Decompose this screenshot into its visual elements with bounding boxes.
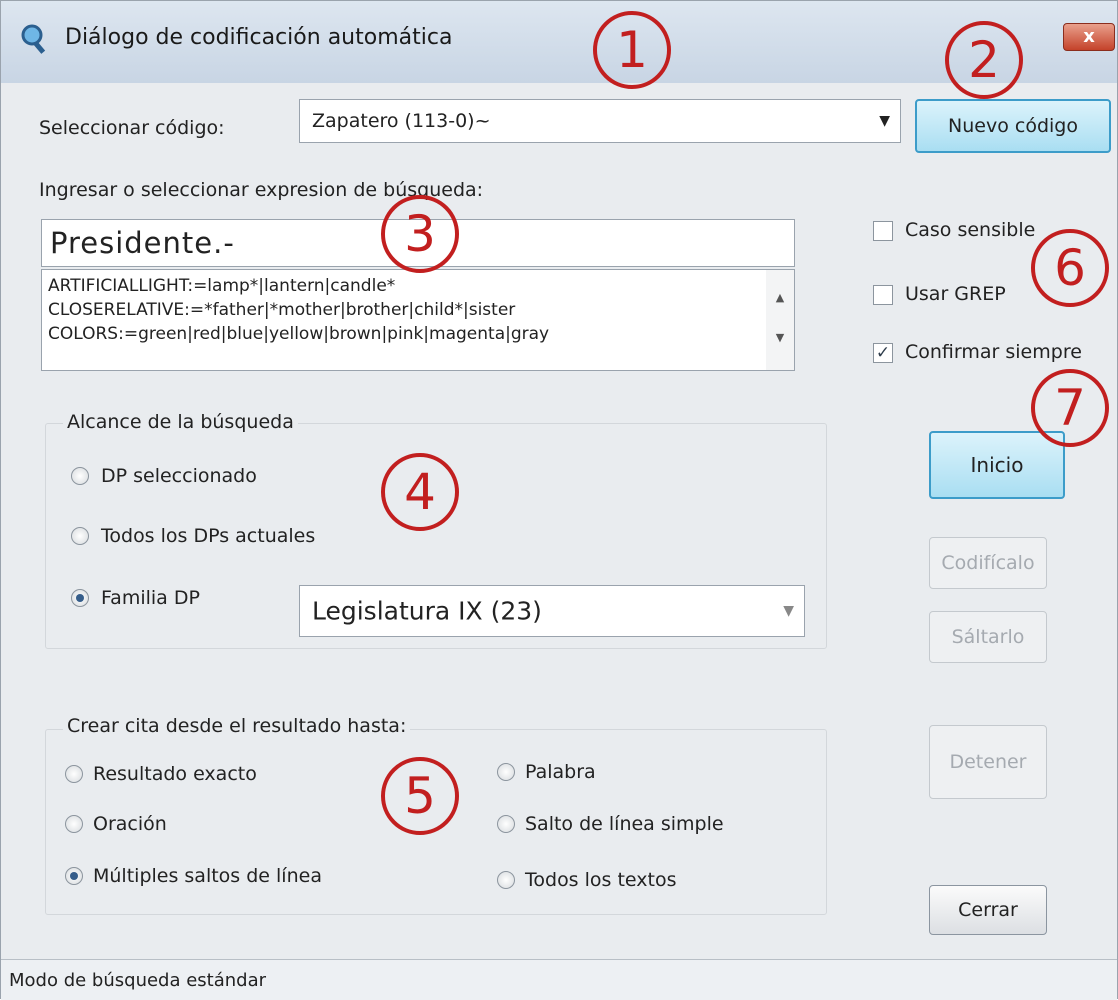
start-button-label: Inicio: [970, 453, 1024, 477]
annotation-marker-5: 5: [381, 757, 459, 835]
list-item[interactable]: ARTIFICIALLIGHT:=lamp*|lantern|candle*: [48, 274, 788, 298]
code-select-value: Zapatero (113-0)~: [312, 110, 491, 132]
expression-list[interactable]: ARTIFICIALLIGHT:=lamp*|lantern|candle* C…: [41, 269, 795, 371]
window-title: Diálogo de codificación automática: [65, 25, 453, 50]
quote-label-multiple-line-breaks: Múltiples saltos de línea: [93, 865, 322, 887]
list-item[interactable]: CLOSERELATIVE:=*father|*mother|brother|c…: [48, 298, 788, 322]
case-sensitive-checkbox[interactable]: [873, 221, 893, 241]
checkmark-icon: ✓: [875, 343, 891, 363]
annotation-marker-4: 4: [381, 453, 459, 531]
quote-radio-multiple-line-breaks[interactable]: [65, 867, 83, 885]
status-bar: Modo de búsqueda estándar: [1, 959, 1117, 1000]
confirm-always-checkbox[interactable]: ✓: [873, 343, 893, 363]
use-grep-label: Usar GREP: [905, 283, 1006, 305]
status-text: Modo de búsqueda estándar: [9, 970, 267, 991]
search-scope-title: Alcance de la búsqueda: [63, 411, 298, 433]
skip-button[interactable]: Sáltarlo: [929, 611, 1047, 663]
use-grep-checkbox[interactable]: [873, 285, 893, 305]
case-sensitive-label: Caso sensible: [905, 219, 1036, 241]
start-button[interactable]: Inicio: [929, 431, 1065, 499]
new-code-button[interactable]: Nuevo código: [915, 99, 1111, 153]
code-it-button-label: Codifícalo: [941, 552, 1035, 574]
annotation-marker-6: 6: [1031, 229, 1109, 307]
quote-range-title: Crear cita desde el resultado hasta:: [63, 715, 411, 737]
list-item[interactable]: COLORS:=green|red|blue|yellow|brown|pink…: [48, 322, 788, 346]
quote-label-word: Palabra: [525, 761, 596, 783]
close-icon: x: [1083, 26, 1095, 47]
code-select[interactable]: Zapatero (113-0)~ ▼: [299, 99, 901, 143]
code-it-button[interactable]: Codifícalo: [929, 537, 1047, 589]
dp-family-value: Legislatura IX (23): [312, 596, 542, 626]
quote-label-sentence: Oración: [93, 813, 167, 835]
stop-button[interactable]: Detener: [929, 725, 1047, 799]
search-app-icon: [21, 24, 46, 54]
scope-radio-dp-family[interactable]: [71, 589, 89, 607]
annotation-marker-1: 1: [593, 11, 671, 89]
quote-label-all-texts: Todos los textos: [525, 869, 677, 891]
auto-coding-dialog: Diálogo de codificación automática x Sel…: [0, 0, 1118, 1000]
stop-button-label: Detener: [949, 751, 1027, 773]
skip-button-label: Sáltarlo: [951, 626, 1025, 648]
new-code-button-label: Nuevo código: [948, 115, 1078, 137]
quote-radio-word[interactable]: [497, 763, 515, 781]
scope-label-selected-dp: DP seleccionado: [101, 465, 257, 487]
scroll-up-icon[interactable]: ▲: [766, 286, 794, 310]
dp-family-select[interactable]: Legislatura IX (23) ▼: [299, 585, 805, 637]
dropdown-arrow-icon: ▼: [783, 603, 794, 619]
dropdown-arrow-icon: ▼: [879, 113, 890, 129]
annotation-marker-2: 2: [945, 21, 1023, 99]
close-button-label: Cerrar: [958, 899, 1018, 921]
scope-radio-selected-dp[interactable]: [71, 467, 89, 485]
select-code-label: Seleccionar código:: [39, 117, 225, 139]
quote-label-exact-result: Resultado exacto: [93, 763, 257, 785]
expression-list-scrollbar[interactable]: ▲ ▼: [766, 270, 794, 370]
quote-radio-exact-result[interactable]: [65, 765, 83, 783]
search-expression-value: Presidente.-: [50, 226, 235, 260]
quote-radio-all-texts[interactable]: [497, 871, 515, 889]
annotation-marker-7: 7: [1031, 369, 1109, 447]
quote-radio-single-line-break[interactable]: [497, 815, 515, 833]
scope-radio-all-dps[interactable]: [71, 527, 89, 545]
close-button[interactable]: Cerrar: [929, 885, 1047, 935]
quote-radio-sentence[interactable]: [65, 815, 83, 833]
close-window-button[interactable]: x: [1063, 23, 1115, 51]
confirm-always-label: Confirmar siempre: [905, 341, 1082, 363]
annotation-marker-3: 3: [381, 195, 459, 273]
scroll-down-icon[interactable]: ▼: [766, 326, 794, 350]
quote-label-single-line-break: Salto de línea simple: [525, 813, 724, 835]
scope-label-dp-family: Familia DP: [101, 587, 200, 609]
scope-label-all-dps: Todos los DPs actuales: [101, 525, 316, 547]
